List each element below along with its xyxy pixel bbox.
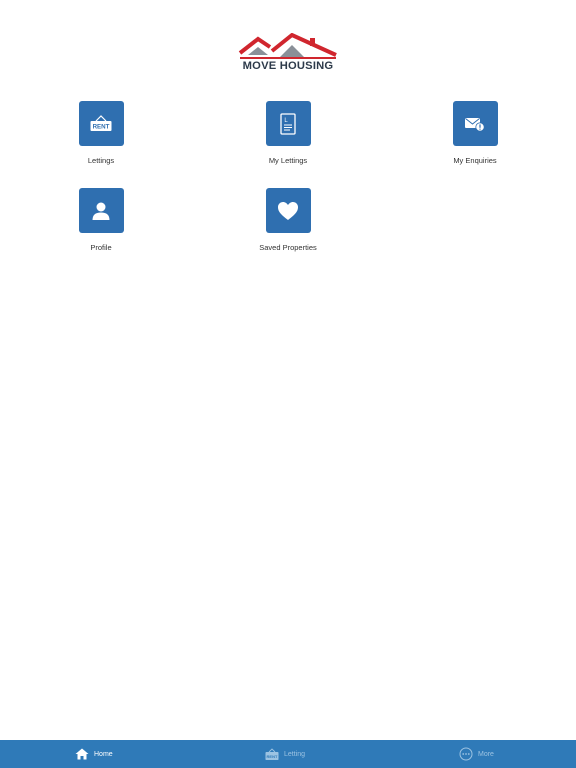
tab-more-label: More [478,750,494,758]
tile-lettings[interactable]: RENT Lettings [41,101,161,165]
tab-rent-sign-text: RENT [267,754,278,759]
tile-label-lettings: Lettings [87,156,115,165]
tile-my-lettings[interactable]: L My Lettings [228,101,348,165]
rent-sign-text: RENT [93,123,110,130]
tile-profile[interactable]: Profile [41,188,161,252]
tab-letting-label: Letting [284,750,306,758]
logo-text: MOVE HOUSING [242,60,334,72]
tile-my-enquiries-box[interactable] [452,101,498,146]
tile-label-profile: Profile [90,243,112,252]
tile-label-saved-properties: Saved Properties [259,243,317,252]
envelope-alert-icon [465,117,485,132]
rent-sign-icon: RENT [265,747,279,760]
more-dots-icon [459,747,473,761]
tile-saved-properties-box[interactable] [265,188,311,233]
tab-home[interactable]: Home [75,740,113,768]
tab-letting[interactable]: RENT Letting [265,740,305,768]
heart-icon [278,201,298,220]
tile-my-lettings-box[interactable]: L [265,101,311,146]
person-icon [92,202,110,220]
home-screen: MOVE HOUSING RENT Lettings L My Lettings [0,0,576,768]
tab-more[interactable]: More [459,740,494,768]
tab-home-label: Home [94,750,113,758]
document-letter: L [284,118,288,124]
tile-label-my-lettings: My Lettings [268,156,308,165]
tile-my-enquiries[interactable]: My Enquiries [415,101,535,165]
roof-logo-icon [238,33,337,59]
bottom-tab-bar: Home RENT Letting More [0,740,576,768]
document-icon: L [280,112,296,135]
tile-saved-properties[interactable]: Saved Properties [228,188,348,252]
move-housing-logo: MOVE HOUSING [238,33,338,75]
tile-profile-box[interactable] [78,188,124,233]
tile-lettings-box[interactable]: RENT [78,101,124,146]
tile-label-my-enquiries: My Enquiries [453,156,497,165]
home-icon [75,748,89,760]
rent-sign-icon: RENT [90,114,112,131]
